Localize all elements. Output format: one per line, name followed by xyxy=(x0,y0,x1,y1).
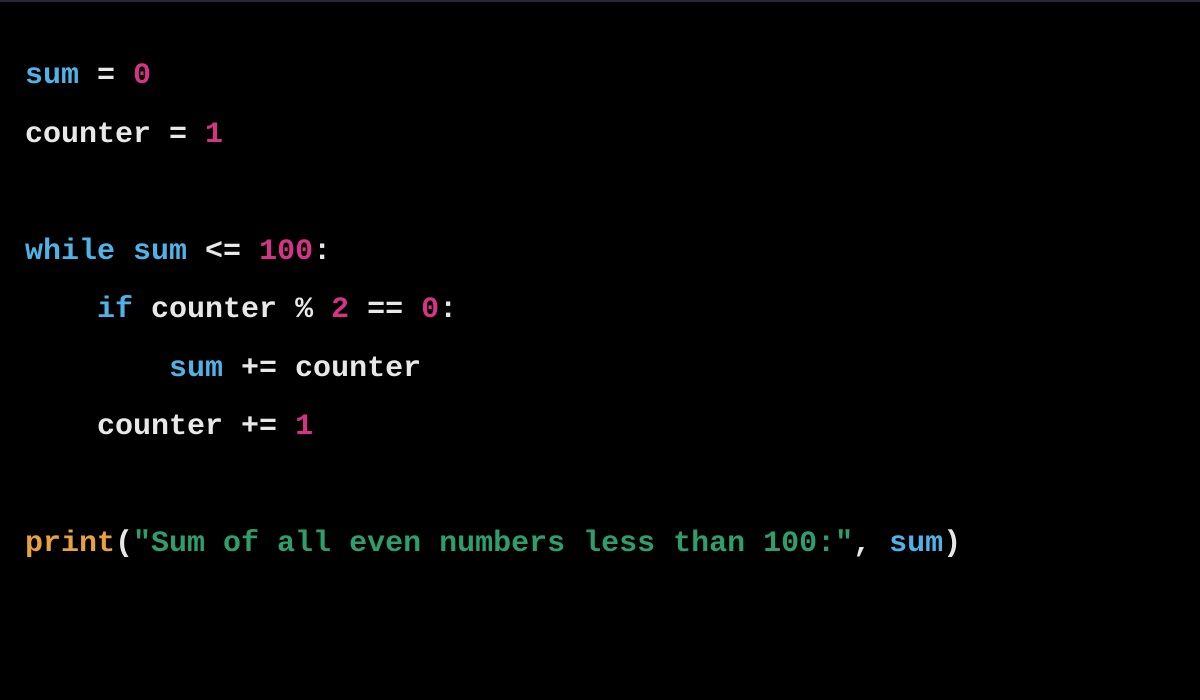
code-block: sum = 0 counter = 1 while sum <= 100: if… xyxy=(25,47,1175,574)
code-line-1: sum = 0 xyxy=(25,59,151,93)
number-literal: 0 xyxy=(133,59,151,93)
comma: , xyxy=(853,527,889,561)
code-line-6: counter += 1 xyxy=(25,410,313,444)
colon: : xyxy=(313,235,331,269)
builtin-sum: sum xyxy=(169,352,223,386)
builtin-sum: sum xyxy=(25,59,79,93)
colon: : xyxy=(439,293,457,327)
builtin-sum: sum xyxy=(889,527,943,561)
paren-open: ( xyxy=(115,527,133,561)
code-line-2: counter = 1 xyxy=(25,118,223,152)
aug-assign-counter: += counter xyxy=(223,352,421,386)
number-literal: 1 xyxy=(295,410,313,444)
assign-op: = xyxy=(169,118,205,152)
keyword-if: if xyxy=(97,293,133,327)
paren-close: ) xyxy=(943,527,961,561)
compare-op: <= xyxy=(187,235,259,269)
indent xyxy=(25,352,169,386)
indent xyxy=(25,410,97,444)
space xyxy=(115,235,133,269)
keyword-while: while xyxy=(25,235,115,269)
eq-op: == xyxy=(349,293,421,327)
indent xyxy=(25,293,97,327)
number-literal: 100 xyxy=(259,235,313,269)
code-line-5: sum += counter xyxy=(25,352,421,386)
space xyxy=(313,293,331,327)
builtin-sum: sum xyxy=(133,235,187,269)
number-literal: 0 xyxy=(421,293,439,327)
mod-op: % xyxy=(295,293,313,327)
code-line-7: print("Sum of all even numbers less than… xyxy=(25,527,961,561)
identifier-counter: counter xyxy=(133,293,295,327)
assign-op: = xyxy=(79,59,133,93)
aug-assign-counter: counter += xyxy=(97,410,295,444)
code-line-4: if counter % 2 == 0: xyxy=(25,293,457,327)
string-literal: "Sum of all even numbers less than 100:" xyxy=(133,527,853,561)
number-literal: 2 xyxy=(331,293,349,327)
code-line-3: while sum <= 100: xyxy=(25,235,331,269)
identifier-counter: counter xyxy=(25,118,169,152)
number-literal: 1 xyxy=(205,118,223,152)
function-print: print xyxy=(25,527,115,561)
